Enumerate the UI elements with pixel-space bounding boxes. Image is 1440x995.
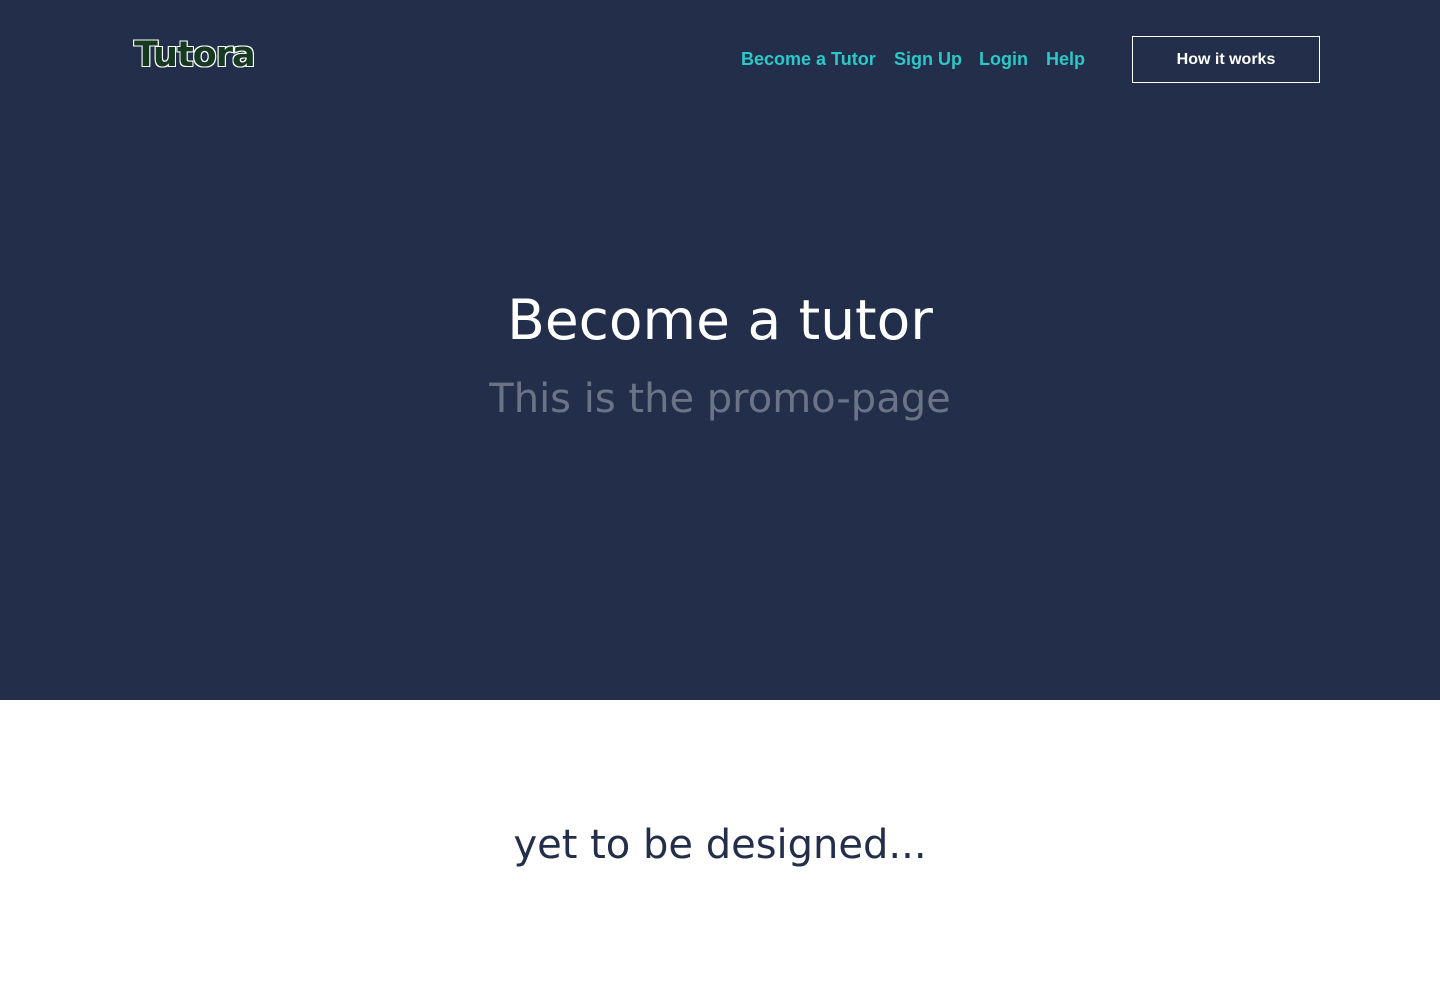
nav-link-login[interactable]: Login [979, 48, 1028, 70]
hero-title: Become a tutor [507, 288, 933, 352]
hero-section: Tutora Become a Tutor Sign Up Login Help… [0, 0, 1440, 700]
hero-subtitle: This is the promo-page [489, 376, 951, 422]
how-it-works-button[interactable]: How it works [1132, 36, 1320, 83]
placeholder-text: yet to be designed... [513, 822, 927, 868]
tutora-logo[interactable]: Tutora [133, 33, 257, 77]
nav-link-sign-up[interactable]: Sign Up [894, 48, 962, 70]
lower-section: yet to be designed... [0, 700, 1440, 995]
nav-link-become-a-tutor[interactable]: Become a Tutor [741, 48, 876, 70]
nav-link-help[interactable]: Help [1046, 48, 1085, 70]
